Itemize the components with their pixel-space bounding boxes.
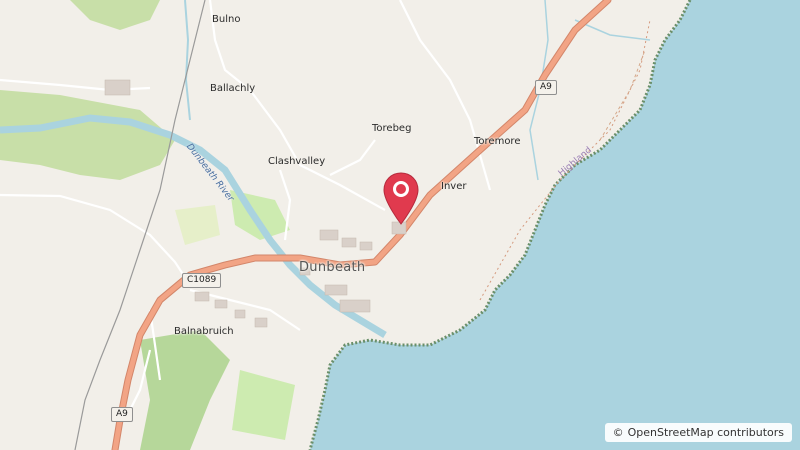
place-ballachly: Ballachly <box>210 83 256 94</box>
road-shield-c1089: C1089 <box>182 273 222 288</box>
map-view[interactable]: Bulno Ballachly Torebeg Toremore Clashva… <box>0 0 800 450</box>
copyright-symbol: © <box>612 426 624 439</box>
place-toremore: Toremore <box>474 136 521 147</box>
place-bulno: Bulno <box>212 14 241 25</box>
attribution-link[interactable]: OpenStreetMap contributors <box>628 426 784 439</box>
place-dunbeath: Dunbeath <box>299 260 366 275</box>
place-balnabruich: Balnabruich <box>174 326 234 337</box>
map-attribution: © OpenStreetMap contributors <box>604 423 792 442</box>
place-torebeg: Torebeg <box>372 123 412 134</box>
location-pin-icon[interactable] <box>383 172 419 226</box>
place-clashvalley: Clashvalley <box>268 156 326 167</box>
road-shield-a9-north: A9 <box>535 80 557 95</box>
road-shield-a9-south: A9 <box>111 407 133 422</box>
place-inver: Inver <box>441 181 467 192</box>
